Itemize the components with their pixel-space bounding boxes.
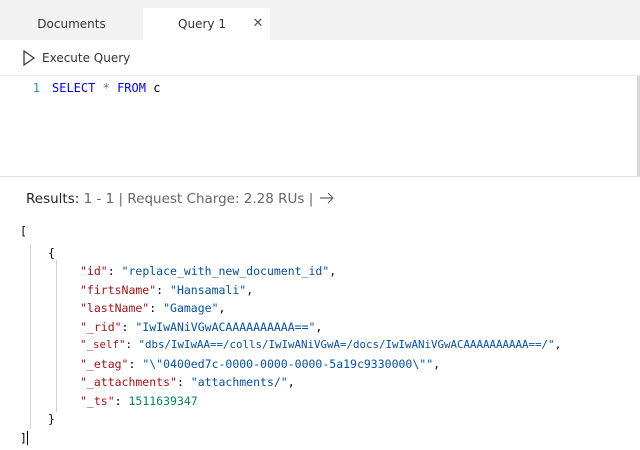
indent-guide bbox=[56, 260, 57, 412]
splitter[interactable] bbox=[0, 176, 640, 177]
results-label: Results: bbox=[26, 191, 80, 207]
keyword-select: SELECT bbox=[52, 81, 96, 95]
operator-star: * bbox=[102, 81, 110, 95]
request-charge: Request Charge: 2.28 RUs bbox=[127, 191, 305, 207]
identifier-c: c bbox=[153, 81, 161, 95]
execute-query-button[interactable]: Execute Query bbox=[22, 49, 131, 67]
json-field: "_rid": "IwIwANiVGwACAAAAAAAAAA==", bbox=[80, 319, 323, 334]
json-field: "_etag": "\"0400ed7c-0000-0000-0000-5a19… bbox=[80, 356, 441, 371]
line-number: 1 bbox=[32, 81, 40, 95]
tab-documents[interactable]: Documents bbox=[0, 8, 143, 40]
close-array: ] bbox=[20, 431, 27, 445]
json-field: "_self": "dbs/IwIwAA==/colls/IwIwANiVGwA… bbox=[80, 338, 562, 351]
code-line: SELECT * FROM c bbox=[52, 81, 160, 95]
separator: | bbox=[308, 191, 314, 207]
json-field: "_attachments": "attachments/", bbox=[80, 375, 295, 389]
results-range: 1 - 1 bbox=[83, 191, 115, 207]
open-array: [ bbox=[20, 224, 27, 238]
arrow-right-icon[interactable] bbox=[319, 190, 335, 208]
json-field: "lastName": "Gamage", bbox=[80, 301, 226, 315]
close-icon[interactable]: ✕ bbox=[251, 8, 265, 40]
close-object: } bbox=[48, 412, 55, 426]
indent-guide bbox=[30, 244, 31, 429]
tab-query-1-label: Query 1 bbox=[178, 17, 226, 31]
json-field: "firtsName": "Hansamali", bbox=[80, 282, 254, 297]
tab-bar: Documents Query 1 ✕ bbox=[0, 0, 640, 40]
tab-query-1[interactable]: Query 1 ✕ bbox=[143, 8, 270, 40]
query-editor[interactable]: 1 SELECT * FROM c bbox=[0, 76, 640, 176]
text-caret bbox=[27, 431, 28, 445]
open-object: { bbox=[48, 246, 55, 260]
toolbar: Execute Query bbox=[0, 40, 640, 76]
results-header: Results: 1 - 1 | Request Charge: 2.28 RU… bbox=[26, 190, 335, 208]
tab-documents-label: Documents bbox=[37, 17, 106, 31]
json-field: "id": "replace_with_new_document_id", bbox=[80, 264, 337, 278]
keyword-from: FROM bbox=[117, 81, 146, 95]
play-icon bbox=[22, 49, 36, 67]
json-field: "_ts": 1511639347 bbox=[80, 393, 198, 408]
execute-query-label: Execute Query bbox=[42, 51, 131, 65]
